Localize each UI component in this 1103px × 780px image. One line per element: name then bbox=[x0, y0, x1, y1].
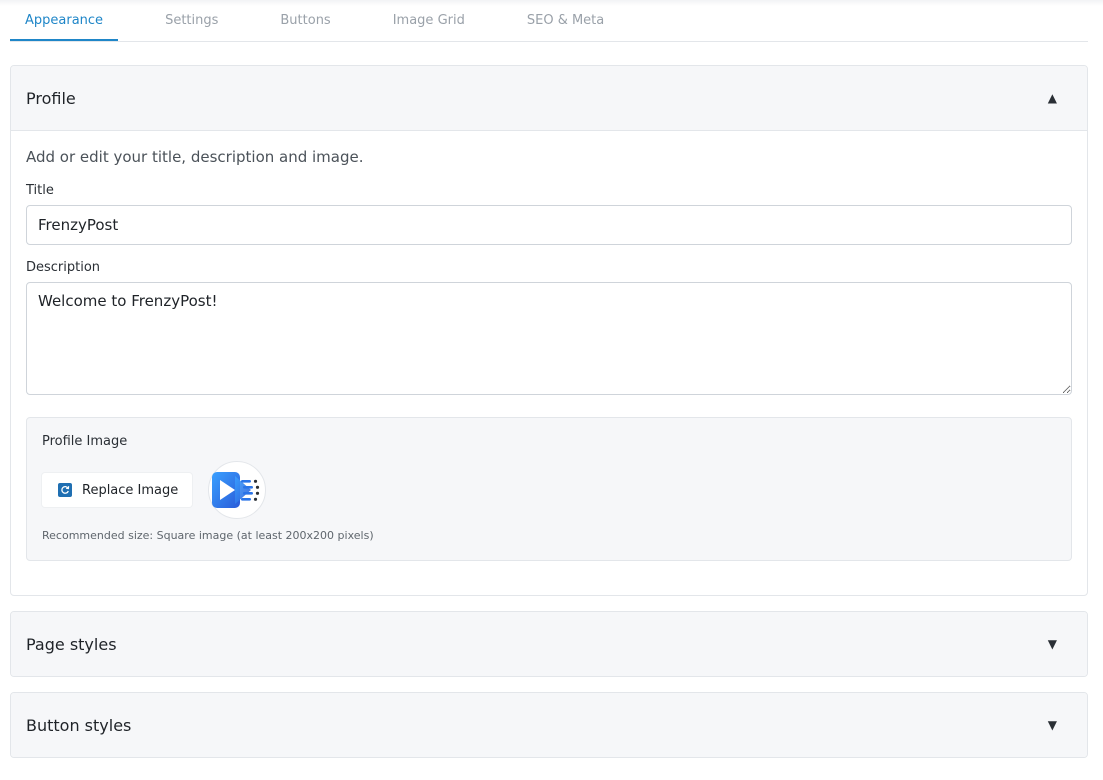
profile-panel-header[interactable]: Profile ▲ bbox=[11, 66, 1087, 130]
profile-panel: Profile ▲ Add or edit your title, descri… bbox=[10, 65, 1088, 596]
refresh-icon bbox=[58, 483, 72, 497]
image-size-hint: Recommended size: Square image (at least… bbox=[42, 529, 374, 542]
page-styles-panel: Page styles ▼ bbox=[10, 611, 1088, 677]
caret-down-icon[interactable]: ▼ bbox=[1048, 718, 1057, 732]
profile-panel-body: Add or edit your title, description and … bbox=[11, 130, 1087, 561]
description-textarea[interactable]: Welcome to FrenzyPost! bbox=[26, 282, 1072, 395]
replace-image-button[interactable]: Replace Image bbox=[42, 473, 193, 507]
video-play-logo bbox=[212, 472, 260, 508]
tab-buttons[interactable]: Buttons bbox=[265, 0, 345, 41]
profile-image-box: Profile Image Replace Image Recommended … bbox=[26, 417, 1072, 561]
profile-image-row: Replace Image bbox=[42, 460, 1056, 520]
avatar bbox=[208, 461, 267, 519]
tab-seo-meta[interactable]: SEO & Meta bbox=[512, 0, 619, 41]
profile-image-label: Profile Image bbox=[42, 434, 128, 449]
caret-up-icon[interactable]: ▲ bbox=[1048, 91, 1057, 105]
page-styles-title: Page styles bbox=[26, 634, 117, 654]
replace-image-label: Replace Image bbox=[82, 482, 179, 498]
button-styles-title: Button styles bbox=[26, 715, 132, 735]
tab-bar: Appearance Settings Buttons Image Grid S… bbox=[10, 0, 1088, 42]
tab-settings[interactable]: Settings bbox=[150, 0, 233, 41]
page: Appearance Settings Buttons Image Grid S… bbox=[0, 0, 1103, 780]
tab-appearance[interactable]: Appearance bbox=[10, 0, 119, 41]
profile-panel-title: Profile bbox=[26, 88, 76, 108]
button-styles-panel: Button styles ▼ bbox=[10, 692, 1088, 758]
caret-down-icon[interactable]: ▼ bbox=[1048, 637, 1057, 651]
page-styles-header[interactable]: Page styles ▼ bbox=[11, 612, 1087, 676]
profile-intro-text: Add or edit your title, description and … bbox=[26, 148, 364, 166]
title-label: Title bbox=[26, 183, 54, 198]
description-label: Description bbox=[26, 260, 101, 275]
button-styles-header[interactable]: Button styles ▼ bbox=[11, 693, 1087, 757]
title-input[interactable] bbox=[26, 205, 1072, 245]
tab-image-grid[interactable]: Image Grid bbox=[378, 0, 480, 41]
